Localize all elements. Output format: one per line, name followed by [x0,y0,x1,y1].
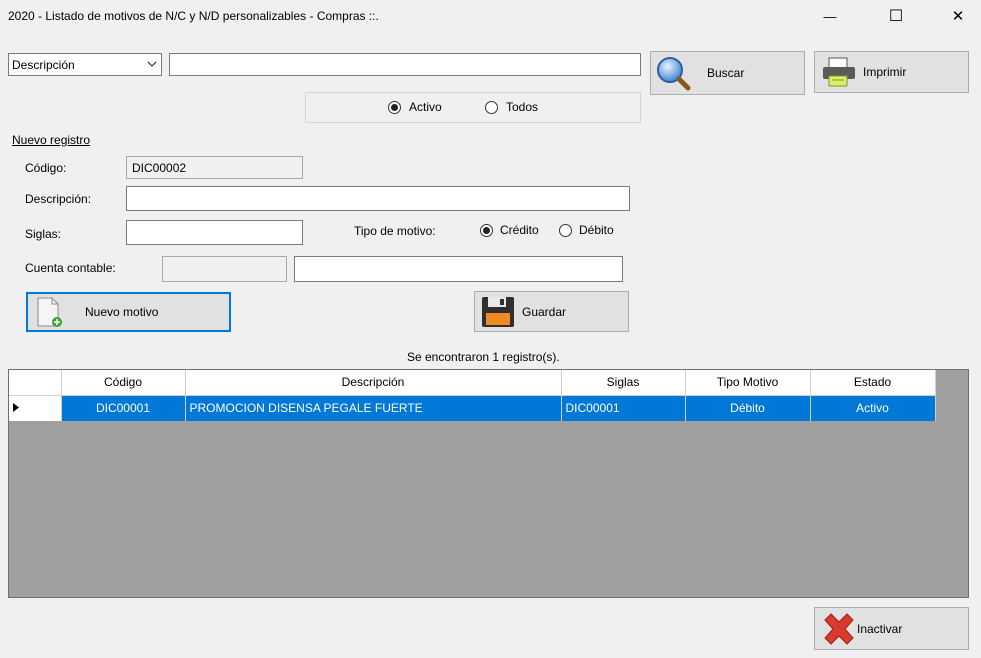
filter-option-active[interactable]: Activo [388,100,442,114]
close-icon: ✕ [951,8,965,25]
current-row-arrow-icon [13,403,19,413]
cell-descripcion[interactable]: PROMOCION DISENSA PEGALE FUERTE [185,395,562,421]
save-button[interactable]: Guardar [474,291,629,332]
cuenta-contable-label: Cuenta contable: [25,261,116,275]
column-header-descripcion[interactable]: Descripción [185,370,562,396]
siglas-label: Siglas: [25,227,62,241]
codigo-field: DIC00002 [126,156,303,179]
cell-tipo-motivo[interactable]: Débito [685,395,811,421]
window-title: 2020 - Listado de motivos de N/C y N/D p… [8,9,379,23]
credito-radio[interactable] [480,223,493,237]
printer-icon [823,57,855,87]
debito-radio[interactable] [559,223,572,237]
maximize-icon: ☐ [888,8,904,25]
new-motivo-button[interactable]: Nuevo motivo [26,292,231,332]
all-radio-label: Todos [506,100,539,114]
chevron-down-icon [147,61,157,67]
cuenta-name-input[interactable] [294,256,623,282]
floppy-disk-icon [482,296,514,327]
new-motivo-button-label: Nuevo motivo [85,305,159,319]
table-row[interactable]: DIC00001 PROMOCION DISENSA PEGALE FUERTE… [9,395,936,421]
new-document-icon [37,297,62,327]
column-header-tipo-motivo[interactable]: Tipo Motivo [685,370,811,396]
active-radio[interactable] [388,100,401,114]
results-count: Se encontraron 1 registro(s). [407,350,560,364]
deactivate-button-label: Inactivar [857,621,903,636]
results-grid: Código Descripción Siglas Tipo Motivo Es… [8,369,969,598]
deactivate-button[interactable]: Inactivar [814,607,969,650]
search-input[interactable] [169,53,641,76]
save-button-label: Guardar [522,304,567,319]
tipo-option-credito[interactable]: Crédito [480,223,539,237]
tipo-motivo-label: Tipo de motivo: [354,224,436,238]
tipo-option-debito[interactable]: Débito [559,223,614,237]
search-button-label: Buscar [707,66,745,80]
row-header-corner [9,370,62,396]
print-button-label: Imprimir [863,65,907,79]
all-radio[interactable] [485,100,498,114]
minimize-button[interactable]: — [807,0,853,32]
table-header-row: Código Descripción Siglas Tipo Motivo Es… [9,370,936,396]
column-header-estado[interactable]: Estado [810,370,936,396]
minimize-icon: — [823,8,837,24]
title-bar: 2020 - Listado de motivos de N/C y N/D p… [0,0,981,32]
close-button[interactable]: ✕ [935,0,981,32]
row-selector[interactable] [9,395,62,421]
descripcion-label: Descripción: [25,192,92,206]
credito-radio-label: Crédito [500,223,539,237]
print-button[interactable]: Imprimir [814,51,969,93]
codigo-label: Código: [25,161,67,175]
cell-siglas[interactable]: DIC00001 [561,395,686,421]
codigo-value: DIC00002 [132,160,187,175]
red-x-icon [824,612,854,645]
debito-radio-label: Débito [579,223,614,237]
active-radio-label: Activo [409,100,442,114]
maximize-button[interactable]: ☐ [873,0,919,32]
results-table: Código Descripción Siglas Tipo Motivo Es… [9,370,936,421]
column-header-codigo[interactable]: Código [61,370,186,396]
descripcion-input[interactable] [126,186,630,211]
magnifier-icon [657,57,691,91]
siglas-input[interactable] [126,220,303,245]
cuenta-code-field [162,256,287,282]
search-field-value: Descripción [12,57,75,72]
search-field-select[interactable]: Descripción [8,53,162,76]
cell-codigo[interactable]: DIC00001 [61,395,186,421]
search-button[interactable]: Buscar [650,51,805,95]
cell-estado[interactable]: Activo [810,395,936,421]
column-header-siglas[interactable]: Siglas [561,370,686,396]
section-title: Nuevo registro [12,133,91,147]
status-filter-group [305,92,641,123]
filter-option-all[interactable]: Todos [485,100,538,114]
